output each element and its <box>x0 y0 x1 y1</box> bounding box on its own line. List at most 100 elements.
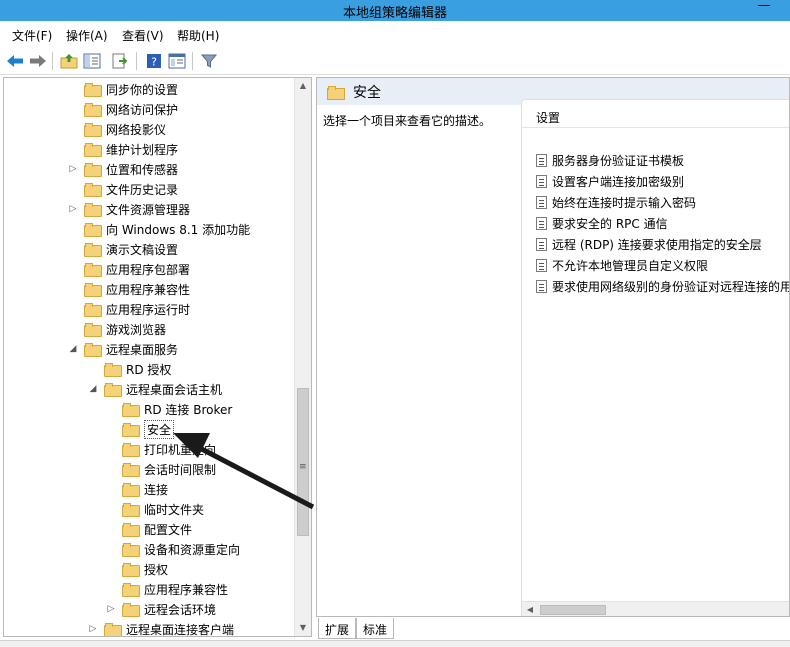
tree-item[interactable]: 安全 <box>106 419 175 439</box>
list-horizontal-scrollbar[interactable]: ◀ <box>522 601 789 616</box>
setting-row[interactable]: 要求安全的 RPC 通信 <box>536 213 668 233</box>
column-header-setting[interactable]: 设置 <box>522 108 789 128</box>
folder-icon <box>122 583 140 597</box>
up-folder-icon[interactable] <box>59 51 79 71</box>
folder-icon <box>84 103 102 117</box>
tree-item-label: 设备和资源重定向 <box>144 542 241 557</box>
tree-item[interactable]: 演示文稿设置 <box>68 239 178 259</box>
tree-item[interactable]: 维护计划程序 <box>68 139 178 159</box>
tree-item[interactable]: ◢ 远程桌面服务 <box>68 339 178 359</box>
tree-item[interactable]: 同步你的设置 <box>68 79 178 99</box>
tree-item-label: 临时文件夹 <box>144 502 205 517</box>
tree-item[interactable]: ▷ 文件资源管理器 <box>68 199 190 219</box>
tree-item-label: 会话时间限制 <box>144 462 217 477</box>
scroll-up-icon[interactable]: ▲ <box>295 78 311 94</box>
tree-item-label: 维护计划程序 <box>106 142 179 157</box>
setting-row[interactable]: 远程 (RDP) 连接要求使用指定的安全层 <box>536 234 762 254</box>
scroll-grip-icon: ≡ <box>299 462 307 472</box>
tree-item-label: 游戏浏览器 <box>106 322 167 337</box>
setting-row[interactable]: 始终在连接时提示输入密码 <box>536 192 696 212</box>
tree-item[interactable]: 游戏浏览器 <box>68 319 166 339</box>
setting-label: 服务器身份验证证书模板 <box>552 153 685 168</box>
tree-item[interactable]: 配置文件 <box>106 519 192 539</box>
scroll-left-icon[interactable]: ◀ <box>522 602 538 616</box>
tab-extended[interactable]: 扩展 <box>318 618 357 639</box>
tree-item[interactable]: 连接 <box>106 479 168 499</box>
tree-item[interactable]: 打印机重定向 <box>106 439 216 459</box>
toolbar-separator <box>136 52 137 70</box>
setting-row[interactable]: 设置客户端连接加密级别 <box>536 171 684 191</box>
tree-item[interactable]: 向 Windows 8.1 添加功能 <box>68 219 250 239</box>
setting-label: 要求使用网络级别的身份验证对远程连接的用 <box>552 279 790 294</box>
expand-arrow-icon[interactable]: ▷ <box>106 604 116 614</box>
menu-file[interactable]: 文件(F) <box>12 27 52 44</box>
tree-item[interactable]: 应用程序兼容性 <box>106 579 228 599</box>
setting-row[interactable]: 要求使用网络级别的身份验证对远程连接的用 <box>536 276 790 296</box>
collapse-arrow-icon[interactable]: ◢ <box>68 344 78 354</box>
expand-arrow-icon[interactable]: ▷ <box>68 164 78 174</box>
policy-setting-icon <box>536 174 547 188</box>
tree-item-label: 远程桌面会话主机 <box>126 382 223 397</box>
folder-icon <box>84 263 102 277</box>
scroll-down-icon[interactable]: ▼ <box>295 620 311 636</box>
tree-vertical-scrollbar[interactable]: ▲ ≡ ▼ <box>294 78 311 636</box>
export-list-icon[interactable] <box>110 51 130 71</box>
folder-icon <box>122 443 140 457</box>
back-icon[interactable] <box>5 51 25 71</box>
tree-item[interactable]: 文件历史记录 <box>68 179 178 199</box>
show-hide-tree-icon[interactable] <box>82 51 102 71</box>
tree-item[interactable]: 会话时间限制 <box>106 459 216 479</box>
minimize-button[interactable]: — <box>744 0 784 18</box>
menu-view[interactable]: 查看(V) <box>122 27 164 44</box>
forward-icon[interactable] <box>28 51 48 71</box>
expand-arrow-icon[interactable]: ▷ <box>68 204 78 214</box>
policy-setting-icon <box>536 195 547 209</box>
tree-item-label: 文件历史记录 <box>106 182 179 197</box>
setting-row[interactable]: 服务器身份验证证书模板 <box>536 150 684 170</box>
tree-item[interactable]: RD 连接 Broker <box>106 399 232 419</box>
folder-icon <box>122 523 140 537</box>
tree-item[interactable]: ▷ 位置和传感器 <box>68 159 178 179</box>
tree-item-label: 网络投影仪 <box>106 122 167 137</box>
folder-icon <box>104 383 122 397</box>
policy-setting-icon <box>536 153 547 167</box>
filter-icon[interactable] <box>199 51 219 71</box>
tree-item-label: RD 连接 Broker <box>144 402 233 417</box>
tree-item[interactable]: 网络访问保护 <box>68 99 178 119</box>
policy-setting-icon <box>536 216 547 230</box>
tree-item-label: 位置和传感器 <box>106 162 179 177</box>
setting-label: 远程 (RDP) 连接要求使用指定的安全层 <box>552 237 762 252</box>
folder-icon <box>84 323 102 337</box>
collapse-arrow-icon[interactable]: ◢ <box>88 384 98 394</box>
setting-label: 始终在连接时提示输入密码 <box>552 195 697 210</box>
tab-standard[interactable]: 标准 <box>356 618 395 639</box>
menu-action[interactable]: 操作(A) <box>66 27 108 44</box>
tree-item[interactable]: ◢ 远程桌面会话主机 <box>88 379 222 399</box>
scroll-thumb[interactable] <box>540 605 606 615</box>
setting-row[interactable]: 不允许本地管理员自定义权限 <box>536 255 708 275</box>
expand-arrow-icon[interactable]: ▷ <box>88 624 98 634</box>
tree-item[interactable]: 临时文件夹 <box>106 499 204 519</box>
folder-icon <box>84 343 102 357</box>
folder-icon <box>84 143 102 157</box>
window-title: 本地组策略编辑器 <box>342 6 447 21</box>
folder-icon <box>84 163 102 177</box>
folder-icon <box>122 423 140 437</box>
tree-item[interactable]: 授权 <box>106 559 168 579</box>
tree-item[interactable]: 应用程序包部署 <box>68 259 190 279</box>
tree-item[interactable]: 应用程序运行时 <box>68 299 190 319</box>
help-icon[interactable]: ? <box>144 51 164 71</box>
policy-setting-icon <box>536 258 547 272</box>
tree-item[interactable]: ▷ 远程会话环境 <box>106 599 216 619</box>
folder-icon <box>84 123 102 137</box>
tree-item[interactable]: ▷ 远程桌面连接客户端 <box>88 619 234 636</box>
tree-item[interactable]: 应用程序兼容性 <box>68 279 190 299</box>
folder-icon <box>122 563 140 577</box>
description-text: 选择一个项目来查看它的描述。 <box>323 114 492 128</box>
tree-item[interactable]: 网络投影仪 <box>68 119 166 139</box>
tree-item[interactable]: RD 授权 <box>88 359 171 379</box>
tree-item[interactable]: 设备和资源重定向 <box>106 539 240 559</box>
properties-icon[interactable] <box>167 51 187 71</box>
tree-item-label: 向 Windows 8.1 添加功能 <box>106 222 251 237</box>
menu-help[interactable]: 帮助(H) <box>177 27 219 44</box>
